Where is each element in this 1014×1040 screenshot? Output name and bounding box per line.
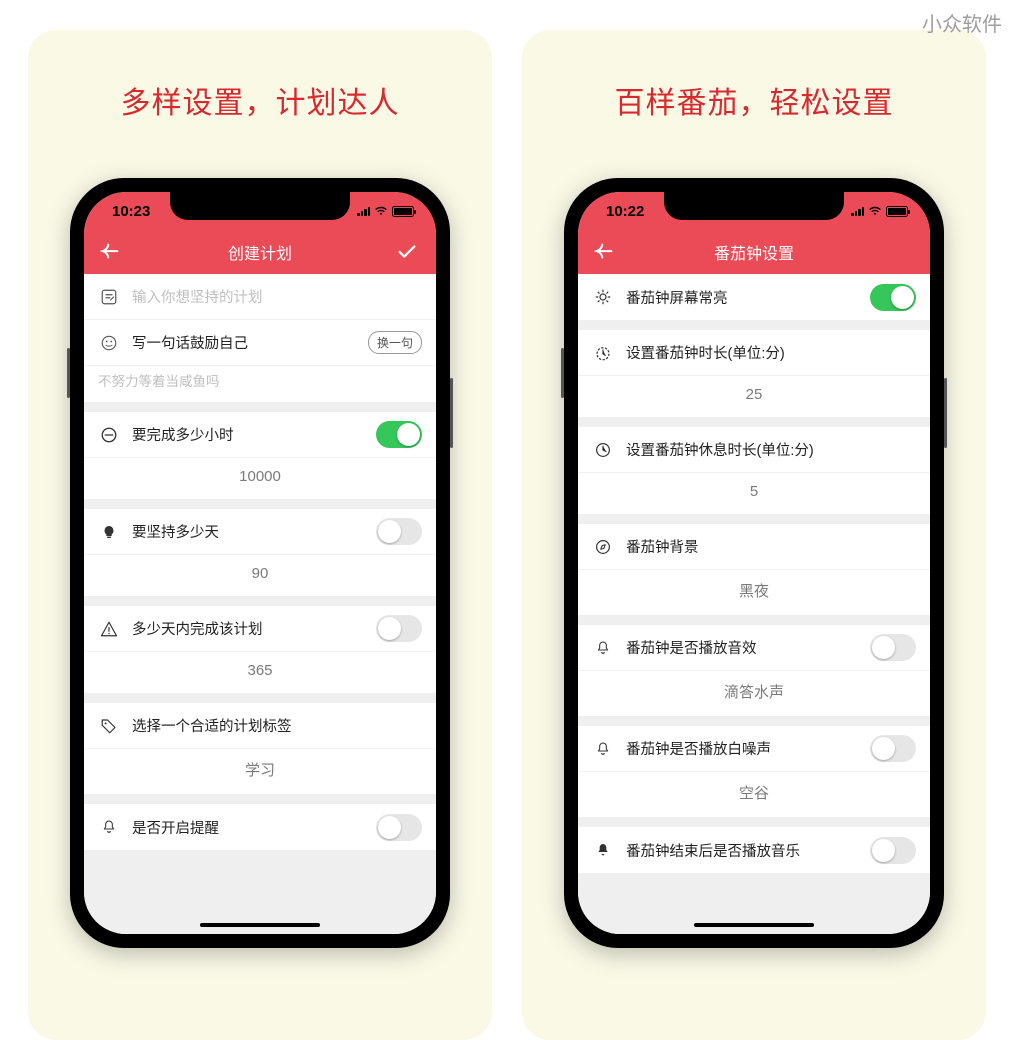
tag-row[interactable]: 选择一个合适的计划标签 [84,703,436,749]
noise-label: 番茄钟是否播放白噪声 [626,738,870,759]
bell-outline-icon [592,637,614,659]
hours-value[interactable]: 10000 [84,458,436,499]
noise-value[interactable]: 空谷 [578,772,930,817]
tag-label: 选择一个合适的计划标签 [132,715,422,736]
bg-label: 番茄钟背景 [626,536,916,557]
promo-panel-right: 百样番茄，轻松设置 10:22 番茄钟设置 [522,30,986,1040]
music-toggle[interactable] [870,837,916,864]
days-persist-row[interactable]: 要坚持多少天 [84,509,436,555]
back-arrow-icon [100,241,122,263]
bulb-icon [98,521,120,543]
sfx-value[interactable]: 滴答水声 [578,671,930,716]
sfx-row[interactable]: 番茄钟是否播放音效 [578,625,930,671]
promo-panel-left: 多样设置，计划达人 10:23 创建计划 [28,30,492,1040]
rest-value[interactable]: 5 [578,473,930,514]
days-finish-row[interactable]: 多少天内完成该计划 [84,606,436,652]
plan-name-placeholder: 输入你想坚持的计划 [132,286,422,307]
reminder-row[interactable]: 是否开启提醒 [84,804,436,850]
bell-outline-icon [592,738,614,760]
motto-row: 写一句话鼓励自己 换一句 [84,320,436,366]
tag-value[interactable]: 学习 [84,749,436,794]
change-motto-button[interactable]: 换一句 [368,331,422,354]
check-icon [396,241,418,263]
duration-row[interactable]: 设置番茄钟时长(单位:分) [578,330,930,376]
signal-icon [357,206,370,216]
bell-icon [98,816,120,838]
tagline-left: 多样设置，计划达人 [121,78,400,122]
back-button[interactable] [98,239,124,265]
status-time: 10:23 [112,203,150,220]
sun-icon [592,286,614,308]
music-row[interactable]: 番茄钟结束后是否播放音乐 [578,827,930,873]
home-indicator[interactable] [200,923,320,927]
noise-toggle[interactable] [870,735,916,762]
keepon-label: 番茄钟屏幕常亮 [626,287,870,308]
status-time: 10:22 [606,203,644,220]
home-indicator[interactable] [694,923,814,927]
days-finish-toggle[interactable] [376,615,422,642]
keepon-row[interactable]: 番茄钟屏幕常亮 [578,274,930,320]
bg-row[interactable]: 番茄钟背景 [578,524,930,570]
compass-icon [592,536,614,558]
reminder-toggle[interactable] [376,814,422,841]
battery-icon [392,206,414,217]
nav-bar: 创建计划 [84,230,436,274]
noise-row[interactable]: 番茄钟是否播放白噪声 [578,726,930,772]
nav-title: 番茄钟设置 [714,240,794,264]
days-persist-value[interactable]: 90 [84,555,436,596]
duration-label: 设置番茄钟时长(单位:分) [626,342,916,363]
clock-icon [592,439,614,461]
tag-icon [98,715,120,737]
bell-filled-icon [592,839,614,861]
smile-icon [98,332,120,354]
phone-frame-right: 10:22 番茄钟设置 [564,178,944,948]
back-button[interactable] [592,239,618,265]
days-finish-value[interactable]: 365 [84,652,436,693]
wifi-icon [868,206,882,216]
days-persist-toggle[interactable] [376,518,422,545]
watermark-text: 小众软件 [922,8,1002,37]
nav-bar: 番茄钟设置 [578,230,930,274]
confirm-button[interactable] [394,239,420,265]
tagline-right: 百样番茄，轻松设置 [615,78,894,122]
hours-toggle[interactable] [376,421,422,448]
days-finish-label: 多少天内完成该计划 [132,618,376,639]
plan-name-input-row[interactable]: 输入你想坚持的计划 [84,274,436,320]
motto-label: 写一句话鼓励自己 [132,332,368,353]
hours-label: 要完成多少小时 [132,424,376,445]
duration-value[interactable]: 25 [578,376,930,417]
timer-icon [592,342,614,364]
nav-title: 创建计划 [228,240,292,264]
wifi-icon [374,206,388,216]
edit-icon [98,286,120,308]
hours-row[interactable]: 要完成多少小时 [84,412,436,458]
days-persist-label: 要坚持多少天 [132,521,376,542]
phone-notch [170,192,350,220]
sfx-toggle[interactable] [870,634,916,661]
signal-icon [851,206,864,216]
motto-placeholder-text: 不努力等着当咸鱼吗 [98,370,220,390]
phone-notch [664,192,844,220]
battery-icon [886,206,908,217]
reminder-label: 是否开启提醒 [132,817,376,838]
back-arrow-icon [594,241,616,263]
warning-icon [98,618,120,640]
rest-row[interactable]: 设置番茄钟休息时长(单位:分) [578,427,930,473]
sfx-label: 番茄钟是否播放音效 [626,637,870,658]
bg-value[interactable]: 黑夜 [578,570,930,615]
minus-circle-icon [98,424,120,446]
rest-label: 设置番茄钟休息时长(单位:分) [626,439,916,460]
keepon-toggle[interactable] [870,284,916,311]
music-label: 番茄钟结束后是否播放音乐 [626,840,870,861]
phone-frame-left: 10:23 创建计划 [70,178,450,948]
